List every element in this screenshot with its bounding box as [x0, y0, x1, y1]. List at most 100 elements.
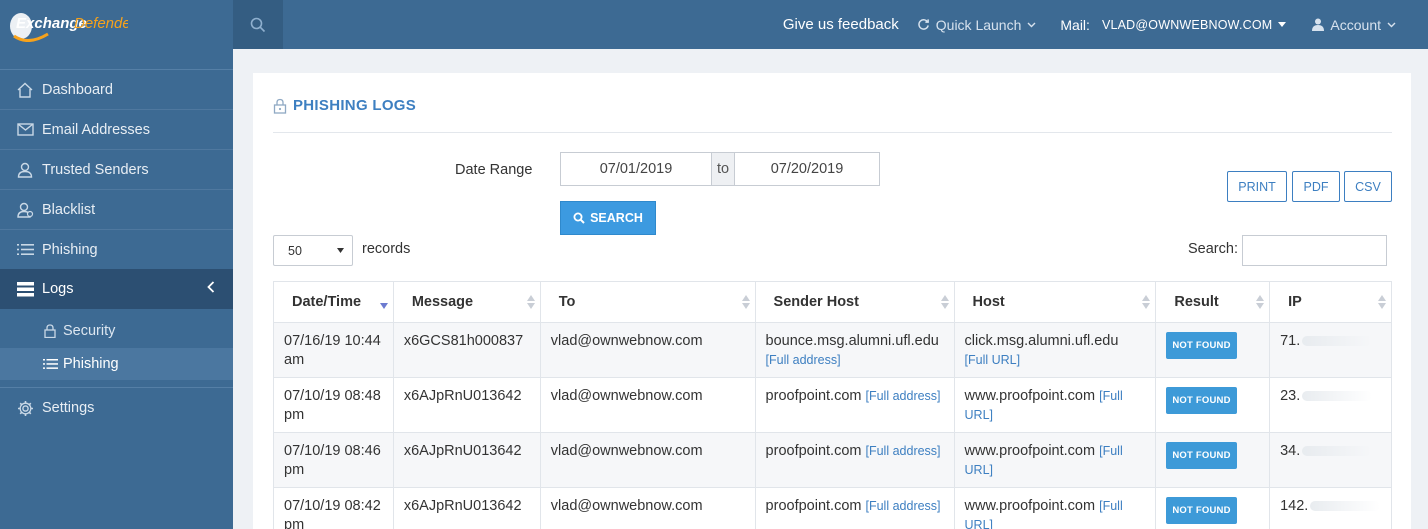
table-row[interactable]: 07/10/19 08:46 pm x6AJpRnU013642 vlad@ow… [273, 432, 1392, 488]
lock-icon [273, 98, 287, 114]
sidebar-item-email-addresses[interactable]: Email Addresses [0, 110, 233, 150]
sidebar-subitem-security[interactable]: Security [0, 315, 233, 347]
full-address-link[interactable]: [Full address] [866, 499, 941, 513]
print-button[interactable]: PRINT [1227, 171, 1287, 202]
sidebar-item-phishing[interactable]: Phishing [0, 230, 233, 270]
chevron-left-icon [207, 281, 215, 293]
cell-host: www.proofpoint.com [Full URL] [953, 432, 1157, 488]
cell-message: x6GCS81h000837 [392, 322, 541, 378]
page-title-text: PHISHING LOGS [293, 97, 417, 114]
column-header-ip[interactable]: IP [1269, 281, 1392, 323]
table-row[interactable]: 07/16/19 10:44 am x6GCS81h000837 vlad@ow… [273, 322, 1392, 378]
top-nav: Give us feedback Quick Launch Mail: VLAD… [783, 0, 1428, 49]
svg-text:Defender: Defender [74, 15, 128, 32]
search-button[interactable]: SEARCH [560, 201, 656, 235]
column-header-message[interactable]: Message [392, 281, 541, 323]
table-header-row: Date/Time Message To Sender Host Host Re… [273, 281, 1392, 323]
sidebar-subitem-phishing[interactable]: Phishing [0, 348, 233, 380]
list-icon [42, 356, 58, 372]
header-search-button[interactable] [233, 0, 283, 49]
chevron-down-icon [1027, 22, 1036, 27]
feedback-link[interactable]: Give us feedback [783, 16, 899, 33]
column-header-sender-host[interactable]: Sender Host [754, 281, 955, 323]
sidebar-item-label: Trusted Senders [42, 161, 149, 178]
sidebar-item-logs[interactable]: Logs [0, 269, 233, 309]
exchangedefender-logo: Exchange Defender [10, 13, 128, 42]
sort-icon [940, 295, 949, 309]
sidebar-item-label: Phishing [42, 241, 98, 258]
envelope-icon [16, 121, 34, 139]
sidebar-item-trusted-senders[interactable]: Trusted Senders [0, 150, 233, 190]
date-range-label: Date Range [455, 162, 533, 178]
gear-icon [16, 399, 34, 417]
phishing-logs-table: Date/Time Message To Sender Host Host Re… [273, 281, 1392, 529]
cell-to: vlad@ownwebnow.com [539, 432, 756, 488]
cell-host: www.proofpoint.com [Full URL] [953, 487, 1157, 529]
mail-dropdown[interactable]: VLAD@OWNWEBNOW.COM [1102, 18, 1287, 32]
cell-result: NOT FOUND [1155, 487, 1271, 529]
user-icon [16, 161, 34, 179]
sidebar-item-label: Logs [42, 281, 74, 297]
date-range-group: to [560, 152, 880, 186]
logo-area[interactable]: Exchange Defender [0, 0, 233, 49]
sort-icon [741, 295, 750, 309]
sidebar-item-settings[interactable]: Settings [0, 388, 233, 428]
sidebar-item-label: Settings [42, 400, 95, 416]
cell-datetime: 07/10/19 08:48 pm [273, 377, 394, 433]
table-row[interactable]: 07/10/19 08:48 pm x6AJpRnU013642 vlad@ow… [273, 377, 1392, 433]
table-search-label: Search: [1188, 241, 1238, 257]
phishing-logs-panel: PHISHING LOGS Date Range to SEARCH PRINT… [253, 73, 1411, 529]
cell-datetime: 07/16/19 10:44 am [273, 322, 394, 378]
cell-ip: 71. [1269, 322, 1392, 378]
sidebar-item-dashboard[interactable]: Dashboard [0, 70, 233, 110]
cell-ip: 23. [1269, 377, 1392, 433]
page-length-select[interactable]: 50 [273, 235, 353, 266]
full-url-link[interactable]: [Full URL] [965, 353, 1021, 367]
cell-host: click.msg.alumni.ufl.edu [Full URL] [953, 322, 1157, 378]
account-dropdown[interactable]: Account [1312, 17, 1402, 33]
account-label: Account [1330, 16, 1381, 33]
cell-sender-host: bounce.msg.alumni.ufl.edu [Full address] [754, 322, 955, 378]
sidebar-item-blacklist[interactable]: Blacklist [0, 190, 233, 230]
mail-label: Mail: [1060, 16, 1090, 33]
quick-launch-label: Quick Launch [935, 16, 1022, 33]
divider [273, 132, 1392, 133]
column-header-datetime[interactable]: Date/Time [273, 281, 394, 323]
search-icon [250, 17, 266, 32]
cell-datetime: 07/10/19 08:42 pm [273, 487, 394, 529]
sort-icon [1378, 295, 1386, 309]
records-label: records [362, 241, 411, 257]
csv-button[interactable]: CSV [1344, 171, 1392, 202]
cell-message: x6AJpRnU013642 [392, 432, 541, 488]
sort-icon [1142, 295, 1151, 309]
column-header-to[interactable]: To [539, 281, 756, 323]
table-row[interactable]: 07/10/19 08:42 pm x6AJpRnU013642 vlad@ow… [273, 487, 1392, 529]
cell-result: NOT FOUND [1155, 322, 1271, 378]
sidebar-item-label: Dashboard [42, 81, 113, 98]
full-address-link[interactable]: [Full address] [766, 353, 841, 367]
refresh-icon [918, 19, 929, 30]
redacted-ip [1302, 391, 1373, 402]
cell-to: vlad@ownwebnow.com [539, 322, 756, 378]
date-range-separator: to [711, 153, 735, 185]
sidebar-subitem-label: Security [63, 323, 116, 339]
search-icon [573, 212, 585, 224]
top-header: Exchange Defender Give us feedback Quick… [0, 0, 1428, 49]
quick-launch-dropdown[interactable]: Quick Launch [917, 17, 1043, 33]
full-address-link[interactable]: [Full address] [866, 389, 941, 403]
pdf-button[interactable]: PDF [1292, 171, 1340, 202]
status-badge: NOT FOUND [1166, 497, 1237, 524]
column-header-result[interactable]: Result [1155, 281, 1271, 323]
sidebar-item-label: Blacklist [42, 201, 96, 218]
cell-datetime: 07/10/19 08:46 pm [273, 432, 394, 488]
full-address-link[interactable]: [Full address] [866, 444, 941, 458]
table-search-input[interactable] [1242, 235, 1387, 266]
redacted-ip [1302, 336, 1373, 347]
date-to-input[interactable] [735, 153, 879, 185]
cell-host: www.proofpoint.com [Full URL] [953, 377, 1157, 433]
sidebar-subitem-label: Phishing [63, 356, 119, 372]
cell-ip: 142. [1269, 487, 1392, 529]
caret-down-icon [1278, 22, 1287, 27]
column-header-host[interactable]: Host [953, 281, 1157, 323]
date-from-input[interactable] [561, 153, 711, 185]
